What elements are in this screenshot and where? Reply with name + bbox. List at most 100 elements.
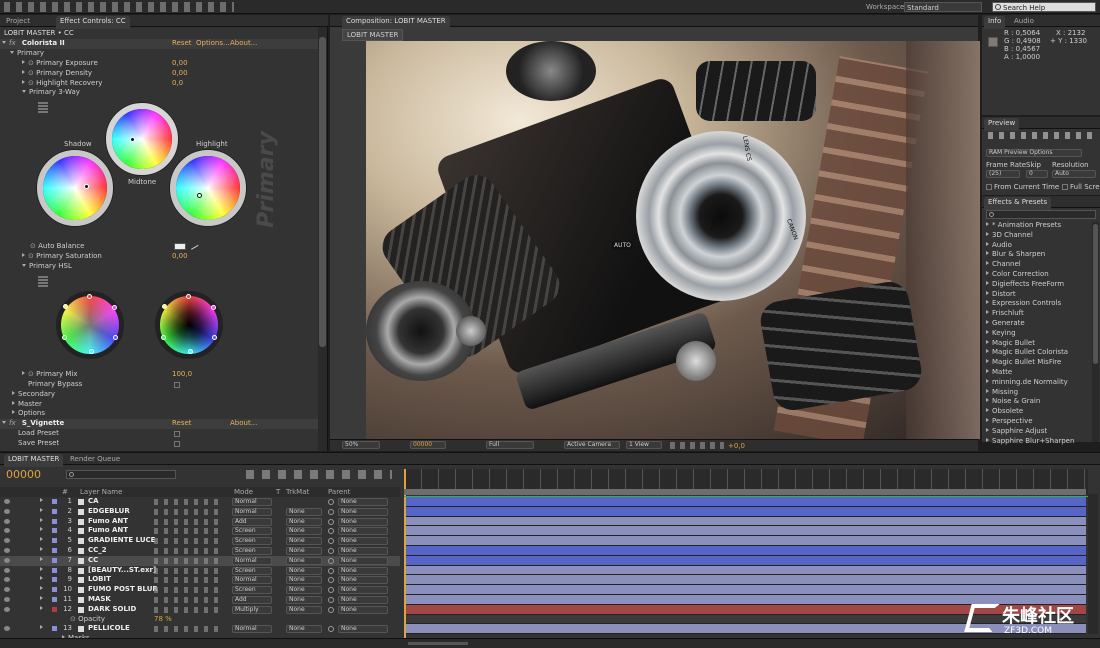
layer-row[interactable]: 3 Fumo ANT Add None None: [0, 517, 400, 527]
layer-row[interactable]: 4 Fumo ANT Screen None None: [0, 526, 400, 536]
visibility-eye-icon[interactable]: [4, 499, 10, 504]
pickwhip-icon[interactable]: [328, 508, 334, 515]
effects-category-item[interactable]: Sapphire Adjust: [986, 427, 1090, 437]
switch-icons[interactable]: [154, 587, 224, 594]
effects-category-item[interactable]: Magic Bullet: [986, 339, 1090, 349]
switch-icons[interactable]: [154, 518, 224, 525]
layer-row[interactable]: 10 FUMO POST BLUR Screen None None: [0, 585, 400, 595]
switch-icons[interactable]: [154, 528, 224, 535]
layer-row[interactable]: 11 MASK Add None None: [0, 595, 400, 605]
tab-audio[interactable]: Audio: [1010, 16, 1038, 29]
eyedropper-icon[interactable]: [189, 242, 199, 250]
pickwhip-icon[interactable]: [328, 528, 334, 535]
label-color[interactable]: [52, 548, 57, 553]
effect-scrollbar[interactable]: [318, 27, 327, 451]
tab-lobit-master[interactable]: LOBIT MASTER: [4, 454, 64, 467]
trkmat-select[interactable]: None: [286, 556, 322, 565]
label-color[interactable]: [52, 499, 57, 504]
timecode-field[interactable]: 00000: [410, 441, 446, 449]
tab-effects-presets[interactable]: Effects & Presets: [984, 197, 1052, 210]
skip-select[interactable]: 0: [1026, 170, 1048, 178]
label-color[interactable]: [52, 606, 57, 612]
mode-select[interactable]: Normal: [232, 576, 272, 585]
row-options[interactable]: Options: [12, 409, 45, 419]
layer-track-bar[interactable]: [406, 565, 1086, 576]
trkmat-select[interactable]: None: [286, 576, 322, 585]
viewer-image[interactable]: LENS CS ZOOM CANON AUTO: [366, 41, 980, 439]
parent-select[interactable]: None: [338, 547, 388, 555]
time-ruler[interactable]: [404, 469, 1088, 648]
layer-track-bar[interactable]: [406, 575, 1086, 586]
mode-select[interactable]: Screen: [232, 547, 272, 555]
switch-icons[interactable]: [154, 567, 224, 574]
effects-category-item[interactable]: Color Correction: [986, 270, 1090, 280]
zoom-slider[interactable]: [408, 642, 468, 645]
mode-select[interactable]: Multiply: [232, 605, 272, 614]
midtone-wheel[interactable]: [112, 109, 172, 169]
visibility-eye-icon[interactable]: [4, 508, 10, 514]
view-select[interactable]: 1 View: [626, 441, 662, 449]
parent-select[interactable]: None: [338, 576, 388, 585]
auto-balance-swatch[interactable]: [174, 243, 186, 250]
exposure-value[interactable]: +0,0: [728, 442, 745, 450]
tab-effect-controls[interactable]: Effect Controls: CC: [56, 16, 130, 29]
effects-category-item[interactable]: Noise & Grain: [986, 397, 1090, 407]
trkmat-select[interactable]: None: [286, 566, 322, 575]
footer-icons[interactable]: [670, 442, 724, 449]
timeline-tool-icons[interactable]: [246, 470, 392, 479]
search-help-input[interactable]: Search Help: [992, 2, 1096, 12]
layer-name[interactable]: EDGEBLUR: [88, 507, 130, 517]
pickwhip-icon[interactable]: [328, 538, 334, 545]
layer-row[interactable]: 6 CC_2 Screen None None: [0, 546, 400, 556]
effects-category-item[interactable]: Expression Controls: [986, 299, 1090, 309]
visibility-eye-icon[interactable]: [4, 548, 10, 553]
parent-select[interactable]: None: [338, 537, 388, 546]
mode-select[interactable]: Normal: [232, 556, 272, 565]
parent-select[interactable]: None: [338, 605, 388, 614]
parent-select[interactable]: None: [338, 566, 388, 575]
pickwhip-icon[interactable]: [328, 606, 334, 613]
mode-select[interactable]: Normal: [232, 507, 272, 516]
about-link-2[interactable]: About...: [230, 419, 257, 429]
parent-select[interactable]: None: [338, 527, 388, 536]
effects-category-item[interactable]: Frischluft: [986, 309, 1090, 319]
layer-track-bar[interactable]: [406, 546, 1086, 556]
switch-icons[interactable]: [154, 577, 224, 584]
trkmat-select[interactable]: None: [286, 625, 322, 634]
mode-select[interactable]: Screen: [232, 527, 272, 536]
effects-scrollbar[interactable]: [1092, 222, 1099, 442]
layer-track-bar[interactable]: [406, 585, 1086, 595]
row-primary-saturation[interactable]: ⊙ Primary Saturation 0,00: [22, 252, 322, 262]
label-color[interactable]: [52, 626, 57, 632]
effects-category-item[interactable]: 3D Channel: [986, 231, 1090, 241]
label-color[interactable]: [52, 577, 57, 583]
effects-category-item[interactable]: Missing: [986, 388, 1090, 398]
layer-name[interactable]: CC_2: [88, 546, 107, 556]
pickwhip-icon[interactable]: [328, 597, 334, 603]
visibility-eye-icon[interactable]: [4, 587, 10, 593]
layer-row[interactable]: 8 [BEAUTY...ST.exr] Screen None None: [0, 566, 400, 576]
from-current-checkbox[interactable]: [986, 184, 992, 190]
effects-category-item[interactable]: minning.de Normality: [986, 378, 1090, 388]
mode-select[interactable]: Add: [232, 517, 272, 526]
tab-preview[interactable]: Preview: [984, 118, 1020, 131]
mode-select[interactable]: Screen: [232, 537, 272, 546]
trkmat-select[interactable]: None: [286, 586, 322, 595]
trkmat-select[interactable]: None: [286, 605, 322, 614]
switch-icons[interactable]: [154, 508, 224, 515]
pickwhip-icon[interactable]: [328, 587, 334, 594]
row-secondary[interactable]: Secondary: [12, 390, 55, 400]
timeline-search-input[interactable]: [66, 470, 176, 479]
pickwhip-icon[interactable]: [328, 577, 334, 584]
row-auto-balance[interactable]: ⊙ Auto Balance: [30, 242, 320, 252]
reset-link-2[interactable]: Reset: [172, 419, 192, 429]
layer-track-bar[interactable]: [406, 497, 1086, 507]
resolution-select[interactable]: Full: [486, 441, 534, 449]
trkmat-select[interactable]: None: [286, 537, 322, 546]
comp-subtab[interactable]: LOBIT MASTER: [342, 29, 404, 41]
trkmat-select[interactable]: None: [286, 517, 322, 526]
switch-icons[interactable]: [154, 557, 224, 564]
layer-name[interactable]: [BEAUTY...ST.exr]: [88, 566, 156, 576]
label-color[interactable]: [52, 597, 57, 602]
mode-select[interactable]: Normal: [232, 498, 272, 506]
